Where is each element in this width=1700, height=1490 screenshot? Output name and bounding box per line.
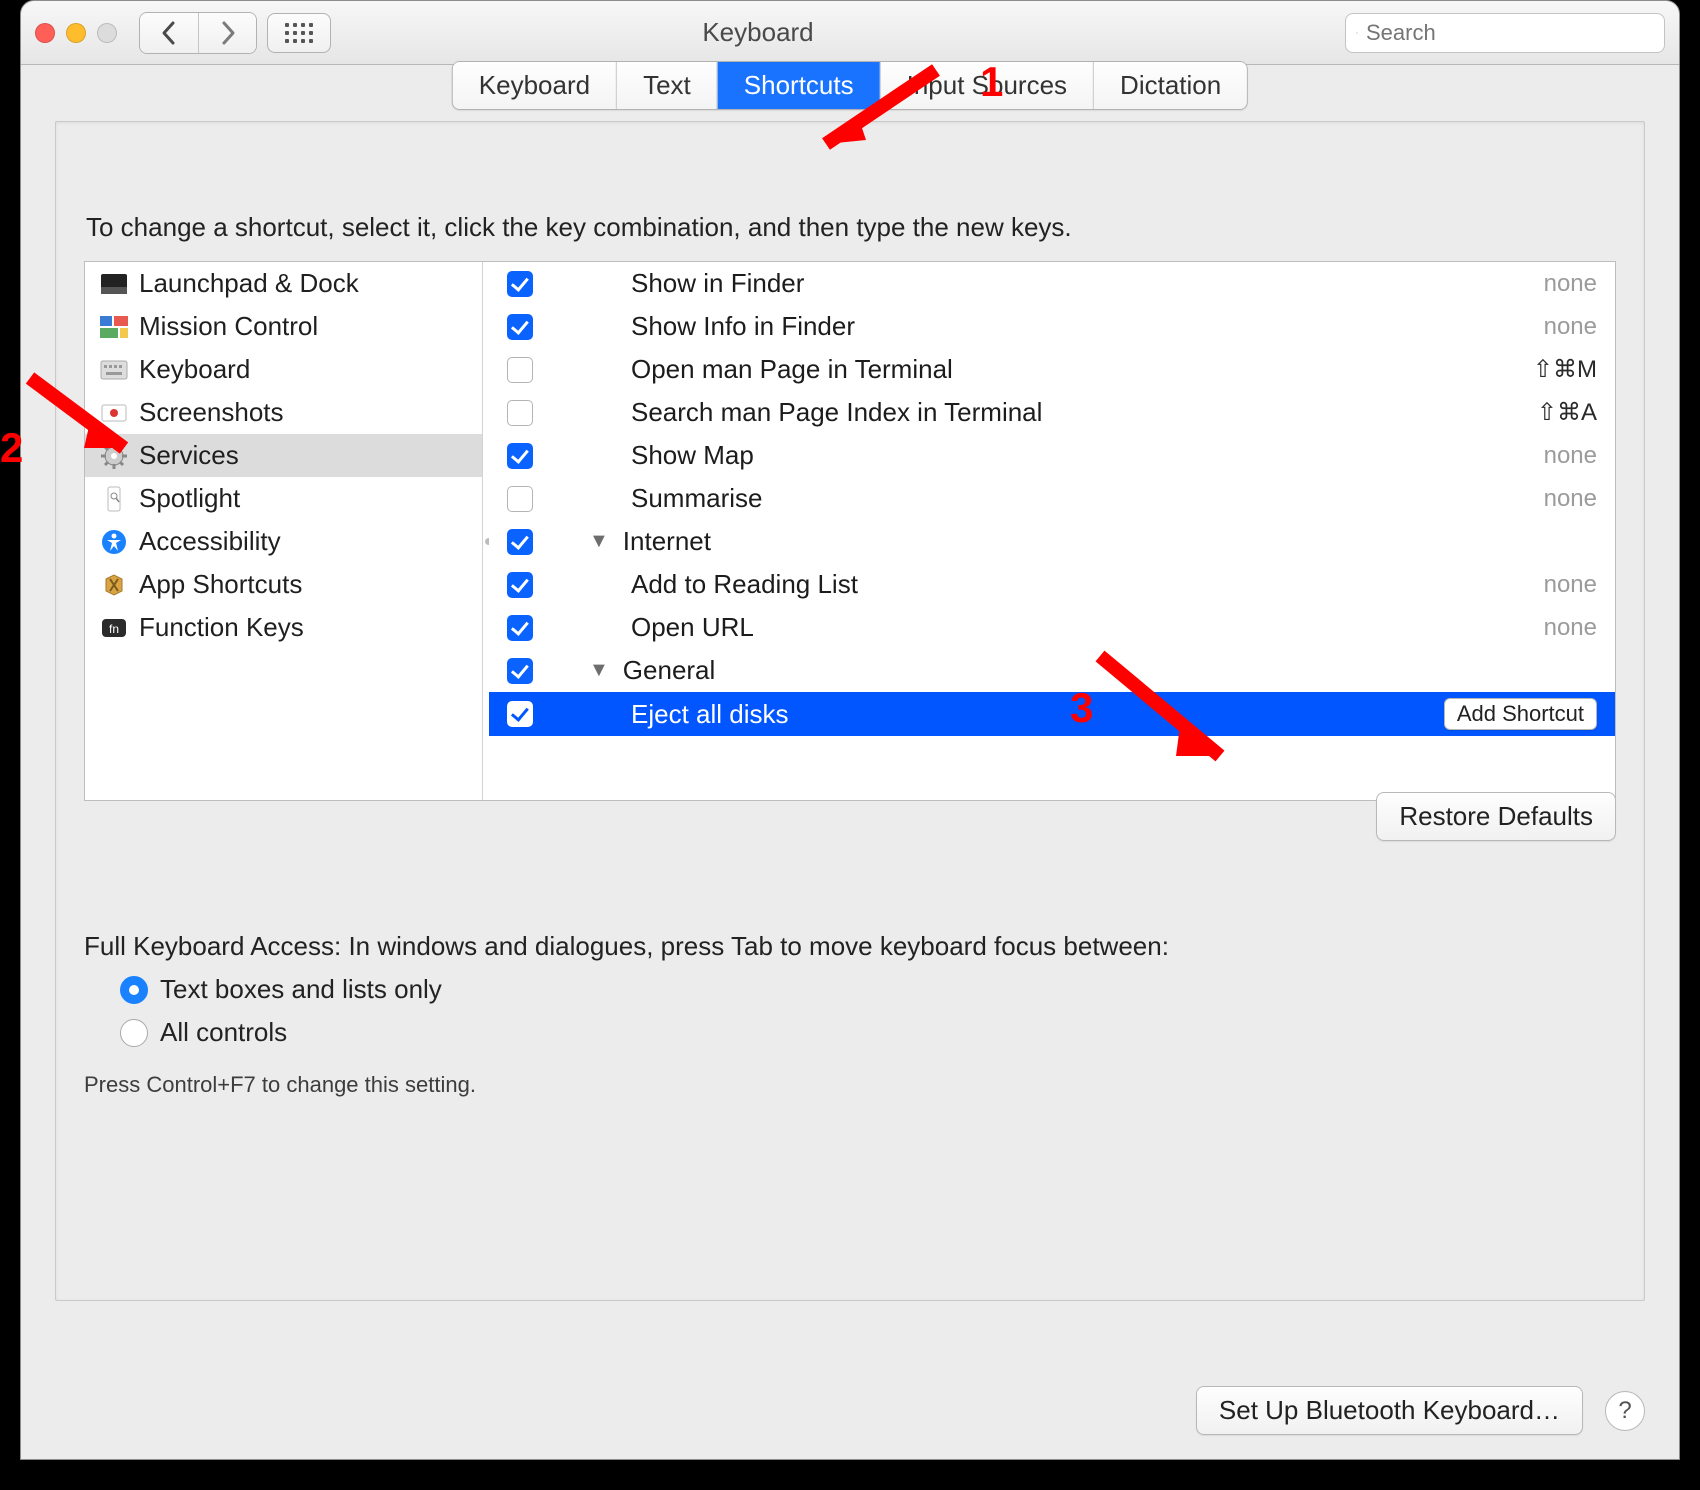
fka-option-allcontrols[interactable]: All controls bbox=[120, 1017, 1616, 1048]
service-list[interactable]: Show in Findernone Show Info in Finderno… bbox=[489, 262, 1615, 800]
service-row[interactable]: Summarisenone bbox=[489, 477, 1615, 520]
category-app-shortcuts[interactable]: App Shortcuts bbox=[85, 563, 482, 606]
search-icon bbox=[1356, 22, 1358, 44]
service-group-internet[interactable]: ▼Internet bbox=[489, 520, 1615, 563]
fka-heading: Full Keyboard Access: In windows and dia… bbox=[84, 931, 1616, 962]
instruction-text: To change a shortcut, select it, click t… bbox=[86, 212, 1614, 243]
minimize-window-button[interactable] bbox=[66, 23, 86, 43]
disclosure-triangle-icon[interactable]: ▼ bbox=[589, 530, 609, 553]
footer-area: Set Up Bluetooth Keyboard… ? bbox=[1196, 1386, 1645, 1435]
checkbox[interactable] bbox=[507, 529, 533, 555]
category-spotlight[interactable]: Spotlight bbox=[85, 477, 482, 520]
svg-text:fn: fn bbox=[109, 622, 119, 636]
category-mission-control[interactable]: Mission Control bbox=[85, 305, 482, 348]
tab-keyboard[interactable]: Keyboard bbox=[453, 62, 616, 109]
help-button[interactable]: ? bbox=[1605, 1391, 1645, 1431]
checkbox[interactable] bbox=[507, 486, 533, 512]
window-controls bbox=[35, 23, 117, 43]
content-area: Keyboard Text Shortcuts Input Sources Di… bbox=[21, 65, 1679, 1459]
checkbox[interactable] bbox=[507, 615, 533, 641]
checkbox[interactable] bbox=[507, 658, 533, 684]
search-input[interactable] bbox=[1366, 20, 1654, 46]
titlebar: Keyboard bbox=[21, 1, 1679, 65]
checkbox[interactable] bbox=[507, 701, 533, 727]
close-window-button[interactable] bbox=[35, 23, 55, 43]
disclosure-triangle-icon[interactable]: ▼ bbox=[589, 659, 609, 682]
tab-text[interactable]: Text bbox=[616, 62, 717, 109]
category-accessibility[interactable]: Accessibility bbox=[85, 520, 482, 563]
preferences-window: Keyboard Keyboard Text Shortcuts Input S… bbox=[20, 0, 1680, 1460]
accessibility-icon bbox=[99, 529, 129, 555]
category-function-keys[interactable]: fnFunction Keys bbox=[85, 606, 482, 649]
checkbox[interactable] bbox=[507, 357, 533, 383]
service-row[interactable]: Show in Findernone bbox=[489, 262, 1615, 305]
checkbox[interactable] bbox=[507, 271, 533, 297]
category-screenshots[interactable]: Screenshots bbox=[85, 391, 482, 434]
checkbox[interactable] bbox=[507, 400, 533, 426]
service-row-selected[interactable]: Eject all disksAdd Shortcut bbox=[489, 692, 1615, 736]
tab-bar: Keyboard Text Shortcuts Input Sources Di… bbox=[452, 61, 1248, 110]
service-row[interactable]: Open URLnone bbox=[489, 606, 1615, 649]
service-group-general[interactable]: ▼General bbox=[489, 649, 1615, 692]
zoom-window-button[interactable] bbox=[97, 23, 117, 43]
service-row[interactable]: Open man Page in Terminal⇧⌘M bbox=[489, 348, 1615, 391]
fka-option-textboxes[interactable]: Text boxes and lists only bbox=[120, 974, 1616, 1005]
inset-panel: To change a shortcut, select it, click t… bbox=[55, 121, 1645, 1301]
category-keyboard[interactable]: Keyboard bbox=[85, 348, 482, 391]
add-shortcut-button[interactable]: Add Shortcut bbox=[1444, 698, 1597, 730]
tab-dictation[interactable]: Dictation bbox=[1093, 62, 1247, 109]
bluetooth-keyboard-button[interactable]: Set Up Bluetooth Keyboard… bbox=[1196, 1386, 1583, 1435]
service-row[interactable]: Show Mapnone bbox=[489, 434, 1615, 477]
category-list[interactable]: Launchpad & Dock Mission Control Keyboar… bbox=[85, 262, 483, 800]
split-panes: Launchpad & Dock Mission Control Keyboar… bbox=[84, 261, 1616, 801]
service-row[interactable]: Show Info in Findernone bbox=[489, 305, 1615, 348]
tab-shortcuts[interactable]: Shortcuts bbox=[717, 62, 880, 109]
search-field[interactable] bbox=[1345, 13, 1665, 53]
restore-defaults-button[interactable]: Restore Defaults bbox=[1376, 792, 1616, 841]
checkbox[interactable] bbox=[507, 572, 533, 598]
radio-button[interactable] bbox=[120, 976, 148, 1004]
tab-input-sources[interactable]: Input Sources bbox=[880, 62, 1093, 109]
category-launchpad-dock[interactable]: Launchpad & Dock bbox=[85, 262, 482, 305]
full-keyboard-access-section: Full Keyboard Access: In windows and dia… bbox=[84, 931, 1616, 1098]
category-services[interactable]: Services bbox=[85, 434, 482, 477]
gear-icon bbox=[99, 443, 129, 469]
window-title: Keyboard bbox=[181, 17, 1335, 48]
radio-button[interactable] bbox=[120, 1019, 148, 1047]
fka-subhint: Press Control+F7 to change this setting. bbox=[84, 1072, 1616, 1098]
service-row[interactable]: Add to Reading Listnone bbox=[489, 563, 1615, 606]
service-row[interactable]: Search man Page Index in Terminal⇧⌘A bbox=[489, 391, 1615, 434]
checkbox[interactable] bbox=[507, 443, 533, 469]
checkbox[interactable] bbox=[507, 314, 533, 340]
